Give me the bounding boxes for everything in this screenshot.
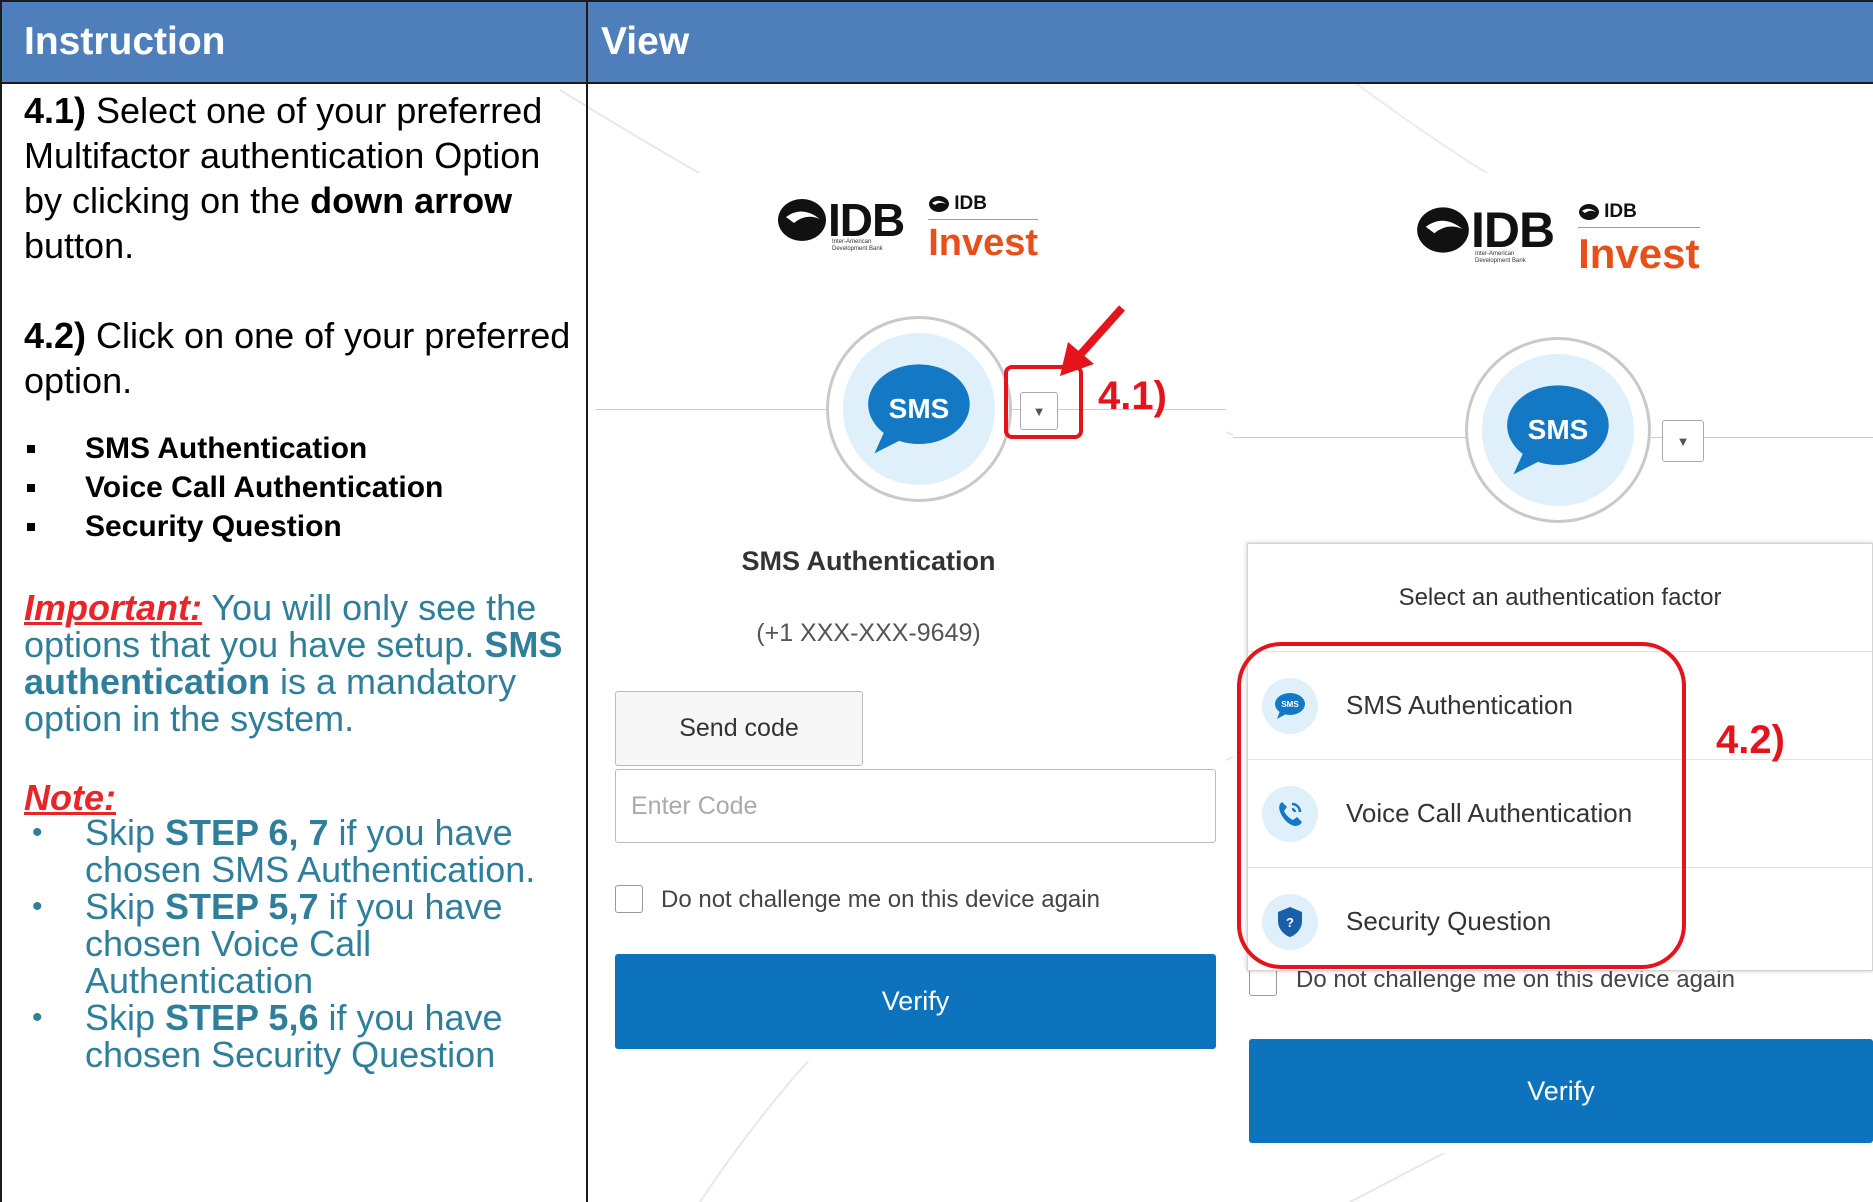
- instruction-header: Instruction: [24, 20, 226, 63]
- step-4-1-end: button.: [24, 225, 135, 266]
- idb-subtitle-2: Development Bank: [1475, 258, 1526, 264]
- idb-small-globe-icon: [929, 196, 950, 212]
- annotation-step-4-1: 4.1): [1098, 374, 1167, 418]
- view-header: View: [601, 20, 690, 63]
- table-header: Instruction View: [0, 0, 1873, 84]
- highlight-dropdown: [1004, 365, 1083, 439]
- column-divider: [586, 0, 588, 1202]
- triangle-down-icon: ▼: [1676, 433, 1690, 449]
- step-4-1-label: 4.1): [24, 90, 87, 131]
- step-4-2-label: 4.2): [24, 315, 87, 356]
- list-item: Security Question: [24, 507, 580, 546]
- idb-globe-icon: [1417, 207, 1469, 253]
- factor-dropdown-button[interactable]: ▼: [1662, 420, 1704, 462]
- idb-logo: IDB Inter-American Development Bank IDB I…: [1415, 201, 1700, 278]
- note-list: Skip STEP 6, 7 if you have chosen SMS Au…: [24, 814, 580, 1073]
- list-item: Voice Call Authentication: [24, 468, 580, 507]
- option-list: SMS Authentication Voice Call Authentica…: [24, 429, 580, 546]
- list-item: Skip STEP 6, 7 if you have chosen SMS Au…: [24, 814, 580, 888]
- idb-invest-logo: IDB Invest: [1578, 201, 1700, 278]
- login-panel-before: IDB Inter-American Development Bank IDB I…: [596, 173, 1226, 1061]
- menu-title: Select an authentication factor: [1248, 544, 1872, 652]
- sms-badge-text: SMS: [888, 392, 950, 424]
- step-4-1-text: 4.1) Select one of your preferred Multif…: [24, 88, 580, 268]
- idb-small-wordmark: IDB: [1604, 201, 1637, 222]
- list-item: Skip STEP 5,6 if you have chosen Securit…: [24, 999, 580, 1073]
- factor-avatar: SMS: [826, 316, 1012, 502]
- highlight-menu-options: [1237, 642, 1686, 969]
- idb-main-logo: IDB Inter-American Development Bank: [1415, 201, 1555, 265]
- idb-invest-logo: IDB Invest: [928, 193, 1039, 265]
- sms-icon: SMS: [1505, 383, 1611, 477]
- send-code-button[interactable]: Send code: [615, 691, 863, 766]
- idb-logo: IDB Inter-American Development Bank IDB I…: [776, 193, 1039, 265]
- factor-title: SMS Authentication: [741, 546, 996, 576]
- important-note: Important: You will only see the options…: [24, 589, 580, 737]
- important-label: Important:: [24, 587, 202, 628]
- step-4-2-body: Click on one of your preferred option.: [24, 315, 571, 401]
- annotation-step-4-2: 4.2): [1716, 718, 1785, 762]
- list-item: SMS Authentication: [24, 429, 580, 468]
- code-input[interactable]: Enter Code: [615, 769, 1216, 843]
- invest-wordmark: Invest: [1578, 230, 1700, 277]
- invest-wordmark: Invest: [928, 222, 1039, 264]
- idb-small-wordmark: IDB: [954, 193, 987, 214]
- step-4-2-text: 4.2) Click on one of your preferred opti…: [24, 313, 580, 403]
- verify-button[interactable]: Verify: [1249, 1039, 1873, 1143]
- idb-main-logo: IDB Inter-American Development Bank: [776, 193, 905, 253]
- phone-number: (+1 XXX-XXX-9649): [756, 619, 981, 647]
- idb-subtitle-2: Development Bank: [832, 246, 883, 252]
- verify-button[interactable]: Verify: [615, 954, 1216, 1049]
- remember-device-checkbox[interactable]: [615, 885, 643, 913]
- remember-device-label: Do not challenge me on this device again: [661, 886, 1100, 913]
- sms-icon: SMS: [866, 362, 972, 456]
- factor-avatar: SMS: [1465, 337, 1651, 523]
- sms-badge-text: SMS: [1527, 413, 1589, 445]
- idb-small-globe-icon: [1579, 204, 1600, 220]
- list-item: Skip STEP 5,7 if you have chosen Voice C…: [24, 888, 580, 999]
- idb-globe-icon: [778, 199, 826, 241]
- table-left-border: [0, 0, 2, 1202]
- step-4-1-emphasis: down arrow: [310, 180, 513, 221]
- instruction-column: 4.1) Select one of your preferred Multif…: [24, 88, 580, 1073]
